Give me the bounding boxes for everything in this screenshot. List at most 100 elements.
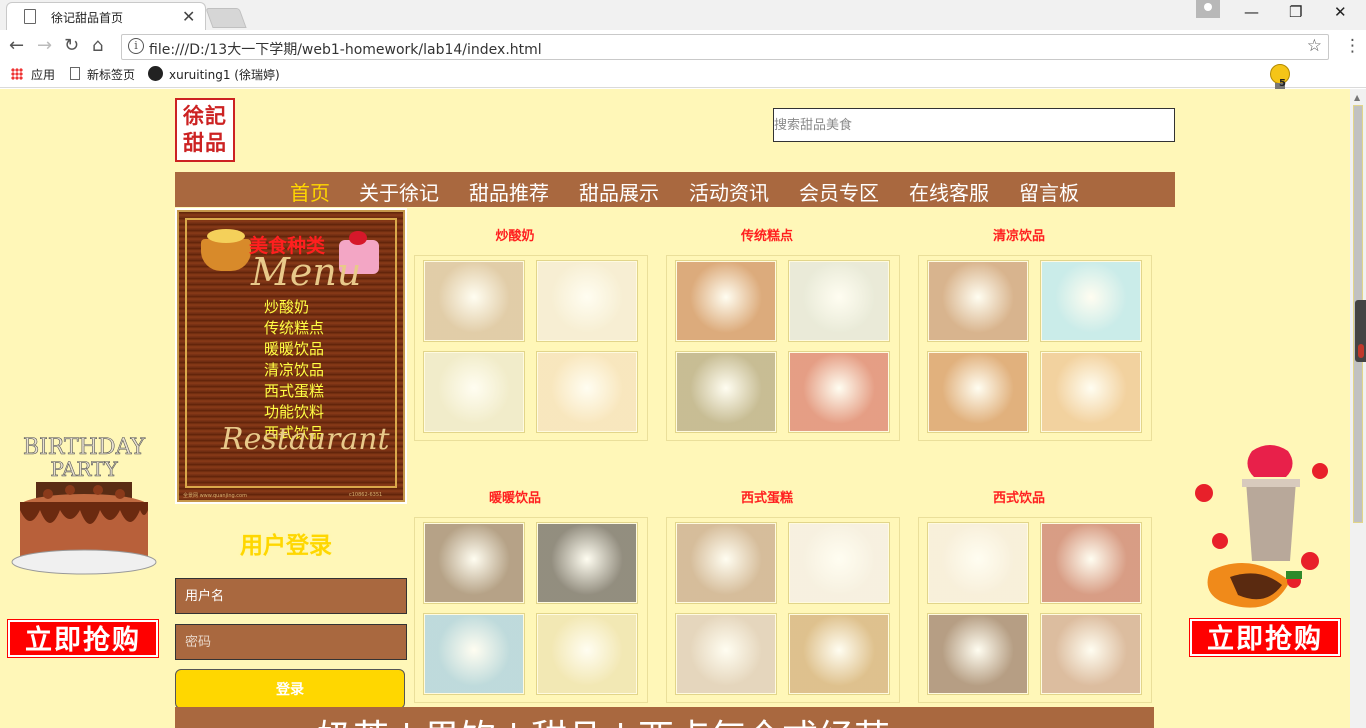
category-title[interactable]: 传统糕点 — [717, 225, 817, 244]
poster-restaurant-word: Restaurant — [221, 422, 390, 457]
dessert-photo[interactable] — [675, 351, 777, 433]
dessert-photo[interactable] — [927, 613, 1029, 695]
birthday-cake-image: BIRTHDAY PARTY — [11, 435, 157, 575]
nav-news[interactable]: 活动资讯 — [689, 177, 769, 206]
svg-text:PARTY: PARTY — [50, 457, 118, 481]
dessert-photo[interactable] — [423, 522, 525, 604]
menu-link-cool-drinks[interactable]: 清凉饮品 — [264, 359, 324, 380]
nav-about[interactable]: 关于徐记 — [359, 177, 439, 206]
dessert-photo[interactable] — [536, 613, 638, 695]
tab-title: 徐记甜品首页 — [51, 11, 124, 25]
login-title: 用户登录 — [240, 533, 332, 559]
new-tab-button[interactable] — [205, 8, 247, 28]
github-icon — [148, 66, 163, 81]
browser-menu-icon[interactable]: ⋮ — [1344, 36, 1361, 56]
dessert-photo[interactable] — [927, 351, 1029, 433]
dessert-photo[interactable] — [927, 522, 1029, 604]
scroll-up-icon[interactable]: ▲ — [1354, 93, 1360, 102]
category-title[interactable]: 西式蛋糕 — [717, 487, 817, 506]
bookmark-apps[interactable]: 应用 — [31, 66, 55, 83]
url-text[interactable]: file:///D:/13大一下学期/web1-homework/lab14/i… — [149, 39, 542, 59]
dessert-photo[interactable] — [1040, 351, 1142, 433]
dessert-photo[interactable] — [675, 260, 777, 342]
nav-showcase[interactable]: 甜品展示 — [579, 177, 659, 206]
page-viewport: 徐記甜品 首页 关于徐记 甜品推荐 甜品展示 活动资讯 会员专区 在线客服 留言… — [0, 89, 1350, 728]
category-title[interactable]: 清凉饮品 — [969, 225, 1069, 244]
dessert-photo[interactable] — [423, 613, 525, 695]
side-tool-handle[interactable] — [1355, 300, 1366, 362]
logo-seal: 徐記 甜品 — [183, 103, 227, 155]
back-icon[interactable]: ← — [9, 35, 24, 56]
bookmark-github[interactable]: xuruiting1 (徐瑞婷) — [169, 66, 280, 83]
left-ad-banner[interactable]: BIRTHDAY PARTY 立即抢购 — [7, 424, 160, 659]
site-logo[interactable]: 徐記 甜品 — [175, 98, 235, 162]
dessert-photo[interactable] — [788, 522, 890, 604]
menu-link-warm-drinks[interactable]: 暖暖饮品 — [264, 338, 324, 359]
reload-icon[interactable]: ↻ — [64, 35, 79, 56]
dessert-photo[interactable] — [675, 613, 777, 695]
nav-recommend[interactable]: 甜品推荐 — [469, 177, 549, 206]
tab-close-icon[interactable]: ✕ — [182, 7, 195, 26]
address-toolbar: ← → ↻ ⌂ i file:///D:/13大一下学期/web1-homewo… — [0, 30, 1366, 62]
category-title[interactable]: 炒酸奶 — [465, 225, 565, 244]
category-box — [666, 255, 900, 441]
poster-footer-right: c10862-6351 — [349, 492, 383, 498]
menu-link-functional[interactable]: 功能饮料 — [264, 401, 324, 422]
dessert-photo[interactable] — [536, 351, 638, 433]
buy-now-button-right[interactable]: 立即抢购 — [1189, 618, 1341, 657]
bookmark-new-tab[interactable]: 新标签页 — [87, 66, 135, 83]
nav-service[interactable]: 在线客服 — [909, 177, 989, 206]
category-title[interactable]: 暖暖饮品 — [465, 487, 565, 506]
poster-image: 美食种类 Menu 炒酸奶 传统糕点 暖暖饮品 清凉饮品 西式蛋糕 功能饮料 西… — [177, 210, 405, 502]
buy-now-button-left[interactable]: 立即抢购 — [7, 619, 159, 658]
nav-members[interactable]: 会员专区 — [799, 177, 879, 206]
search-input[interactable] — [773, 108, 1175, 142]
dessert-photo[interactable] — [927, 260, 1029, 342]
category-box — [414, 255, 648, 441]
poster-menu-word: Menu — [251, 250, 362, 294]
username-field[interactable] — [175, 578, 407, 614]
category-box — [918, 517, 1152, 703]
login-button[interactable]: 登录 — [175, 669, 405, 709]
category-box — [918, 255, 1152, 441]
extension-badge: 5 — [1279, 78, 1286, 89]
menu-link-pastry[interactable]: 传统糕点 — [264, 317, 324, 338]
browser-tab[interactable]: 徐记甜品首页 ✕ — [6, 2, 206, 30]
dessert-photo[interactable] — [1040, 260, 1142, 342]
nav-guestbook[interactable]: 留言板 — [1019, 177, 1079, 206]
page-scrollbar[interactable]: ▲ — [1350, 89, 1366, 728]
dessert-photo[interactable] — [788, 613, 890, 695]
dessert-photo[interactable] — [1040, 613, 1142, 695]
dessert-photo[interactable] — [536, 260, 638, 342]
password-field[interactable] — [175, 624, 407, 660]
dessert-photo[interactable] — [423, 260, 525, 342]
main-nav: 首页 关于徐记 甜品推荐 甜品展示 活动资讯 会员专区 在线客服 留言板 — [175, 172, 1175, 207]
home-icon[interactable]: ⌂ — [92, 35, 103, 56]
bookmark-page-icon — [70, 67, 80, 80]
info-icon[interactable]: i — [128, 38, 144, 54]
dessert-photo[interactable] — [788, 260, 890, 342]
bookmarks-bar: 应用 新标签页 xuruiting1 (徐瑞婷) — [0, 62, 1366, 88]
forward-icon[interactable]: → — [37, 35, 52, 56]
nav-home[interactable]: 首页 — [290, 177, 330, 206]
tart-illustration — [201, 229, 251, 271]
apps-icon[interactable] — [11, 68, 23, 80]
dessert-photo[interactable] — [536, 522, 638, 604]
right-ad-banner[interactable]: 立即抢购 — [1189, 441, 1342, 659]
window-close-icon[interactable]: ✕ — [1334, 3, 1347, 21]
dessert-photo[interactable] — [788, 351, 890, 433]
address-bar[interactable]: i file:///D:/13大一下学期/web1-homework/lab14… — [121, 34, 1329, 60]
minimize-icon[interactable]: — — [1244, 3, 1259, 21]
profile-icon[interactable] — [1196, 0, 1220, 18]
category-title[interactable]: 西式饮品 — [969, 487, 1069, 506]
bookmark-star-icon[interactable]: ☆ — [1307, 36, 1322, 56]
category-box — [414, 517, 648, 703]
menu-link-yogurt[interactable]: 炒酸奶 — [264, 296, 309, 317]
maximize-icon[interactable]: ❐ — [1289, 3, 1302, 21]
browser-tab-strip: 徐记甜品首页 ✕ — ❐ ✕ — [0, 0, 1366, 30]
dessert-photo[interactable] — [675, 522, 777, 604]
dessert-photo[interactable] — [1040, 522, 1142, 604]
smoothie-image — [1195, 445, 1328, 608]
menu-link-cakes[interactable]: 西式蛋糕 — [264, 380, 324, 401]
dessert-photo[interactable] — [423, 351, 525, 433]
